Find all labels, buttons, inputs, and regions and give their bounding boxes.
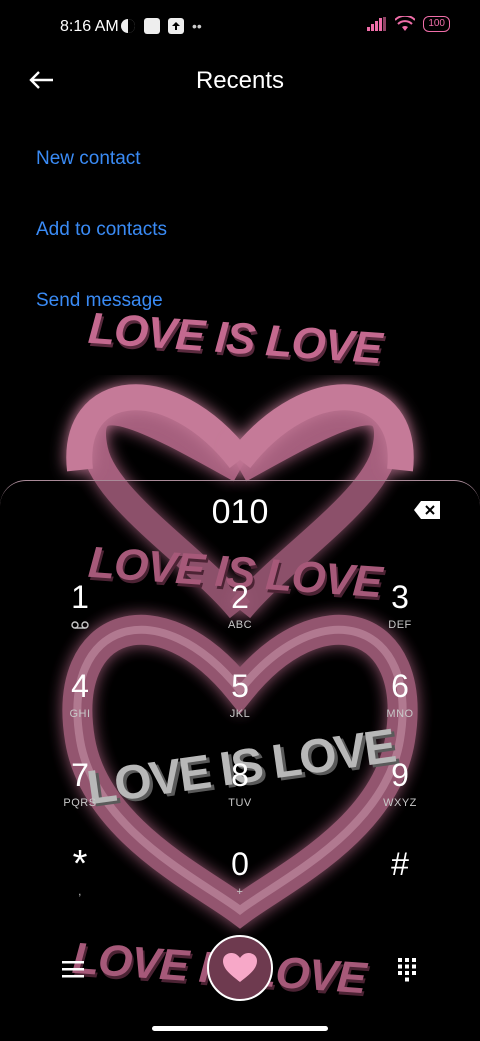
backspace-icon[interactable] — [414, 501, 440, 519]
key-digit: 1 — [71, 579, 89, 615]
privacy-icon — [121, 19, 135, 33]
key-digit: 5 — [231, 668, 249, 704]
key-letters: MNO — [386, 708, 414, 720]
page-title: Recents — [195, 67, 285, 94]
dial-key-7[interactable]: 7 PQRS — [40, 757, 120, 837]
menu-icon[interactable] — [62, 959, 84, 979]
key-letters: ABC — [227, 619, 253, 631]
new-contact-link[interactable]: New contact — [36, 148, 141, 170]
home-indicator[interactable] — [152, 1026, 328, 1031]
dial-key-star[interactable]: * , — [40, 843, 120, 926]
upload-icon — [168, 18, 184, 34]
key-letters: GHI — [69, 708, 91, 720]
status-notification-icons: •• — [120, 18, 202, 34]
dial-key-6[interactable]: 6 MNO — [360, 668, 440, 748]
dial-key-2[interactable]: 2 ABC — [200, 579, 280, 659]
dial-key-9[interactable]: 9 WXYZ — [360, 757, 440, 837]
signal-icon — [367, 17, 387, 31]
key-digit: 4 — [71, 668, 89, 704]
more-notifications-icon: •• — [192, 18, 202, 34]
dial-key-1[interactable]: 1 — [40, 579, 120, 659]
key-digit: 6 — [391, 668, 409, 704]
key-digit: 9 — [391, 757, 409, 793]
dial-key-5[interactable]: 5 JKL — [200, 668, 280, 748]
key-letters: WXYZ — [383, 797, 417, 809]
key-letters: PQRS — [63, 797, 97, 809]
notification-square-icon — [144, 18, 160, 34]
status-bar: 8:16 AM •• 100 — [0, 0, 480, 56]
dial-key-hash[interactable]: # — [360, 846, 440, 926]
key-letters: + — [236, 886, 244, 898]
key-digit: 3 — [391, 579, 409, 615]
dial-key-0[interactable]: 0 + — [200, 846, 280, 926]
key-digit: 7 — [71, 757, 89, 793]
add-to-contacts-link[interactable]: Add to contacts — [36, 219, 167, 241]
key-letters: JKL — [229, 708, 251, 720]
dial-key-8[interactable]: 8 TUV — [200, 757, 280, 837]
key-digit: 0 — [231, 846, 249, 882]
key-digit: # — [391, 846, 409, 882]
key-letters: DEF — [388, 619, 412, 631]
keypad-icon[interactable] — [398, 958, 416, 982]
key-digit: 8 — [231, 757, 249, 793]
key-letters: , — [78, 886, 82, 898]
key-digit: 2 — [231, 579, 249, 615]
send-message-link[interactable]: Send message — [36, 290, 163, 312]
dialed-number[interactable]: 010 — [0, 493, 480, 532]
wifi-icon — [395, 16, 416, 31]
wallpaper-text-1: LOVE IS LOVE — [86, 303, 384, 374]
dialer-panel: 010 1 2 ABC 3 DEF 4 GHI 5 JKL 6 MNO 7 PQ… — [0, 480, 480, 1041]
dial-key-3[interactable]: 3 DEF — [360, 579, 440, 659]
status-system-icons: 100 — [367, 16, 450, 32]
key-digit: * — [72, 843, 88, 885]
call-button[interactable] — [207, 935, 273, 1001]
heart-icon — [223, 953, 257, 982]
voicemail-icon — [71, 621, 89, 629]
app-header: Recents — [0, 56, 480, 108]
dial-key-4[interactable]: 4 GHI — [40, 668, 120, 748]
battery-indicator: 100 — [423, 16, 450, 32]
key-letters: TUV — [228, 797, 252, 809]
status-time: 8:16 AM — [60, 18, 119, 35]
